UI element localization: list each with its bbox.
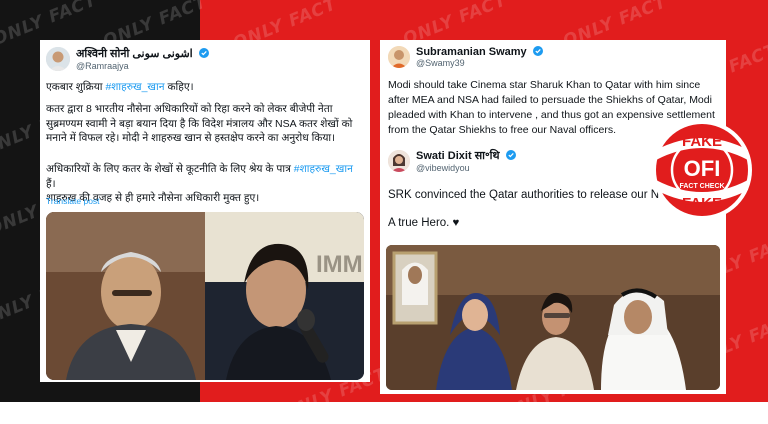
verified-badge-icon: [198, 48, 209, 58]
author-handle[interactable]: @Ramraajya: [76, 61, 209, 71]
stamp-top-label: FAKE: [682, 133, 722, 150]
stamp-bottom-label: FAKE: [682, 195, 722, 212]
hashtag-link[interactable]: #शाहरुख_खान: [105, 81, 164, 93]
author-avatar[interactable]: [46, 46, 70, 71]
tweet-photo[interactable]: IMM: [46, 212, 364, 380]
author-handle[interactable]: @Swamy39: [416, 58, 543, 68]
author-handle[interactable]: @vibewidyou: [416, 163, 516, 173]
left-tweet-header: अश्विनी सोनी اشونی سونی @Ramraajya: [46, 46, 209, 71]
translate-post-link[interactable]: Translate post: [46, 196, 100, 206]
author-name[interactable]: Subramanian Swamy: [416, 46, 527, 58]
stamp-subtitle: FACT CHECK: [679, 183, 724, 190]
verified-badge-icon: [505, 150, 516, 160]
avatar-image: [388, 46, 410, 68]
author-avatar[interactable]: [388, 149, 410, 172]
author-name-suffix: सा॰थि: [474, 150, 500, 162]
author-name[interactable]: Swati Dixit: [416, 150, 472, 162]
tweet-photo[interactable]: [386, 245, 720, 390]
right-tweet-header: Subramanian Swamy @Swamy39: [388, 46, 543, 68]
tweet-text: अधिकारियों के लिए कतर के शेखों से कूटनीत…: [46, 163, 294, 175]
tweet-text: A true Hero. ♥: [388, 217, 460, 229]
qatar-meeting-photo: [386, 245, 720, 390]
tweet-line-1: एकबार शुक्रिया #शाहरुख_खान कहिए।: [46, 80, 364, 95]
stamp-brand: OFI: [684, 156, 721, 181]
author-avatar[interactable]: [388, 46, 410, 68]
verified-badge-icon: [532, 46, 543, 56]
quoted-tweet-header: Swati Dixit सा॰थि @vibewidyou: [388, 148, 516, 173]
author-name[interactable]: अश्विनी सोनी اشونی سونی: [76, 48, 193, 60]
avatar-image: [388, 149, 410, 172]
tweet-text: हैं।: [46, 177, 56, 190]
left-tweet-card: अश्विनी सोनी اشونی سونی @Ramraajya एकबार…: [40, 40, 370, 382]
tweet-text: कहिए।: [164, 81, 194, 93]
swamy-srk-photo: IMM: [46, 212, 364, 380]
tweet-paragraph-2: कतर द्वारा 8 भारतीय नौसेना अधिकारियों को…: [46, 103, 353, 144]
fake-stamp: FAKE OFI FACT CHECK FAKE: [652, 120, 752, 220]
tweet-text: एकबार शुक्रिया: [46, 81, 106, 93]
hashtag-link[interactable]: #शाहरुख_खान: [294, 163, 353, 175]
photo-backdrop-text: IMM: [316, 251, 363, 278]
avatar-image: [46, 46, 70, 71]
